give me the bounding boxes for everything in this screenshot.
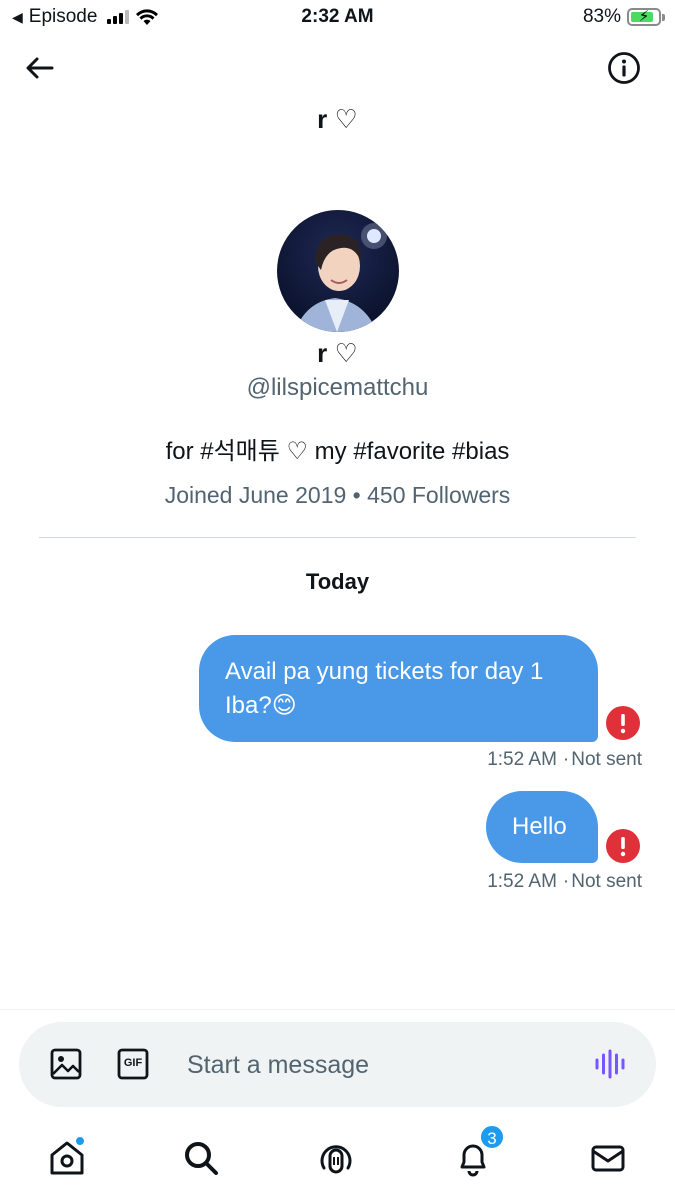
nav-messages[interactable] bbox=[588, 1138, 628, 1178]
message-meta: 1:52 AM · Not sent bbox=[487, 871, 642, 892]
conversation-title: r ♡ bbox=[317, 104, 358, 134]
notification-badge: 3 bbox=[479, 1124, 505, 1150]
battery-percent: 83% bbox=[582, 6, 621, 27]
voice-message-icon[interactable] bbox=[593, 1047, 627, 1081]
profile-name: r ♡ bbox=[317, 338, 358, 368]
image-icon[interactable] bbox=[49, 1047, 83, 1081]
message-composer: GIF bbox=[19, 1022, 656, 1107]
microphone-icon bbox=[320, 1145, 352, 1174]
nav-notifications[interactable]: 3 bbox=[453, 1124, 505, 1178]
gif-icon[interactable]: GIF bbox=[116, 1047, 150, 1081]
error-icon[interactable] bbox=[606, 829, 640, 863]
message-meta: 1:52 AM · Not sent bbox=[487, 749, 642, 770]
unread-dot bbox=[75, 1136, 85, 1146]
arrow-left-icon[interactable] bbox=[22, 50, 58, 86]
composer-divider bbox=[0, 1009, 675, 1010]
message-time: 1:52 AM bbox=[487, 749, 557, 770]
profile-handle[interactable]: @lilspicemattchu bbox=[0, 374, 675, 402]
status-bar: ◀ Episode 2:32 AM 83% ⚡ bbox=[0, 0, 675, 34]
nav-home[interactable] bbox=[47, 1136, 87, 1178]
message-input[interactable] bbox=[187, 1046, 567, 1084]
envelope-icon bbox=[591, 1145, 625, 1172]
profile-divider bbox=[39, 537, 636, 538]
gif-label: GIF bbox=[123, 1057, 143, 1069]
search-icon bbox=[185, 1142, 218, 1175]
profile-meta: Joined June 2019 • 450 Followers bbox=[164, 482, 511, 508]
day-separator: Today bbox=[305, 569, 370, 594]
profile-bio: for #석매튜 ♡ my #favorite #bias bbox=[165, 438, 510, 465]
message-bubble[interactable]: Hello bbox=[486, 791, 598, 863]
message-time: 1:52 AM bbox=[487, 871, 557, 892]
error-icon[interactable] bbox=[606, 706, 640, 740]
message-status: Not sent bbox=[571, 871, 642, 892]
nav-spaces[interactable] bbox=[316, 1138, 356, 1178]
avatar-photo bbox=[295, 223, 387, 332]
battery-icon: ⚡ bbox=[627, 8, 665, 26]
bottom-nav: 3 bbox=[0, 1124, 675, 1200]
message-bubble[interactable]: Avail pa yung tickets for day 1 Iba?😊 bbox=[199, 635, 598, 742]
status-time: 2:32 AM bbox=[301, 6, 374, 27]
message-status: Not sent bbox=[571, 749, 642, 770]
avatar[interactable] bbox=[277, 210, 399, 332]
info-icon[interactable] bbox=[607, 51, 641, 85]
nav-search[interactable] bbox=[181, 1138, 221, 1178]
